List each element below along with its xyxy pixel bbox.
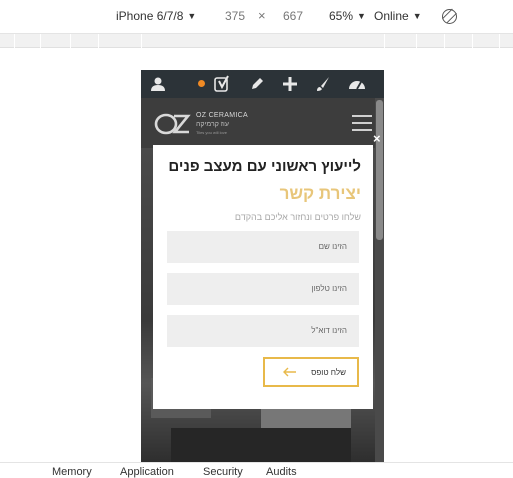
throttle-select[interactable]: Online ▼ <box>374 9 422 23</box>
chevron-down-icon: ▼ <box>412 11 422 21</box>
email-field[interactable]: הזינו דוא"ל <box>167 315 359 347</box>
modal-description: שלחו פרטים ונחזור אליכם בהקדם <box>234 212 361 222</box>
device-name: iPhone 6/7/8 <box>116 9 184 23</box>
throttle-value: Online <box>374 9 409 23</box>
dimension-separator: × <box>258 8 266 23</box>
submit-label: שלח טופס <box>311 368 346 377</box>
contact-modal: לייעוץ ראשוני עם מעצב פנים יצירת קשר שלח… <box>153 145 373 409</box>
logo-text-en: OZ CERAMICA <box>196 112 248 119</box>
devtools-tabs: Memory Application Security Audits <box>0 462 513 478</box>
email-placeholder: הזינו דוא"ל <box>311 326 347 335</box>
brush-icon[interactable] <box>315 76 331 92</box>
phone-placeholder: הזינו טלפון <box>311 284 347 293</box>
chevron-down-icon: ▼ <box>187 11 197 21</box>
logo-text-he: עוז קרמיקה <box>196 121 229 128</box>
arrow-left-icon <box>283 367 296 377</box>
tab-application[interactable]: Application <box>120 466 174 478</box>
submit-button[interactable]: שלח טופס <box>263 357 359 387</box>
name-field[interactable]: הזינו שם <box>167 231 359 263</box>
rotate-icon[interactable] <box>442 9 457 24</box>
notification-dot <box>198 80 205 87</box>
wp-admin-bar <box>141 70 384 98</box>
tab-audits[interactable]: Audits <box>266 466 297 478</box>
chevron-down-icon: ▼ <box>357 11 366 21</box>
zoom-select[interactable]: 65% ▼ <box>329 9 366 23</box>
media-query-ruler <box>0 34 513 48</box>
dashboard-icon[interactable] <box>348 76 366 92</box>
tab-memory[interactable]: Memory <box>52 466 92 478</box>
height-input[interactable]: 667 <box>283 9 303 23</box>
logo-icon[interactable] <box>154 112 191 136</box>
tab-security[interactable]: Security <box>203 466 243 478</box>
modal-subtitle: יצירת קשר <box>279 184 361 203</box>
site-header: OZ CERAMICA עוז קרמיקה Tiles you will lo… <box>141 98 384 148</box>
device-toolbar: iPhone 6/7/8 ▼ 375 × 667 65% ▼ Online ▼ <box>0 0 513 34</box>
phone-field[interactable]: הזינו טלפון <box>167 273 359 305</box>
close-icon[interactable]: × <box>373 132 383 145</box>
plus-icon[interactable] <box>282 76 298 92</box>
menu-icon[interactable] <box>352 115 372 131</box>
device-select[interactable]: iPhone 6/7/8 ▼ <box>116 9 196 23</box>
modal-title: לייעוץ ראשוני עם מעצב פנים <box>168 158 361 175</box>
scrollbar-thumb[interactable] <box>376 100 383 240</box>
zoom-value: 65% <box>329 9 354 23</box>
width-input[interactable]: 375 <box>225 9 245 23</box>
name-placeholder: הזינו שם <box>318 242 347 251</box>
pencil-icon[interactable] <box>249 76 265 92</box>
logo-tagline: Tiles you will love <box>196 130 227 135</box>
user-icon[interactable] <box>150 76 166 92</box>
yoast-icon[interactable] <box>214 75 232 93</box>
